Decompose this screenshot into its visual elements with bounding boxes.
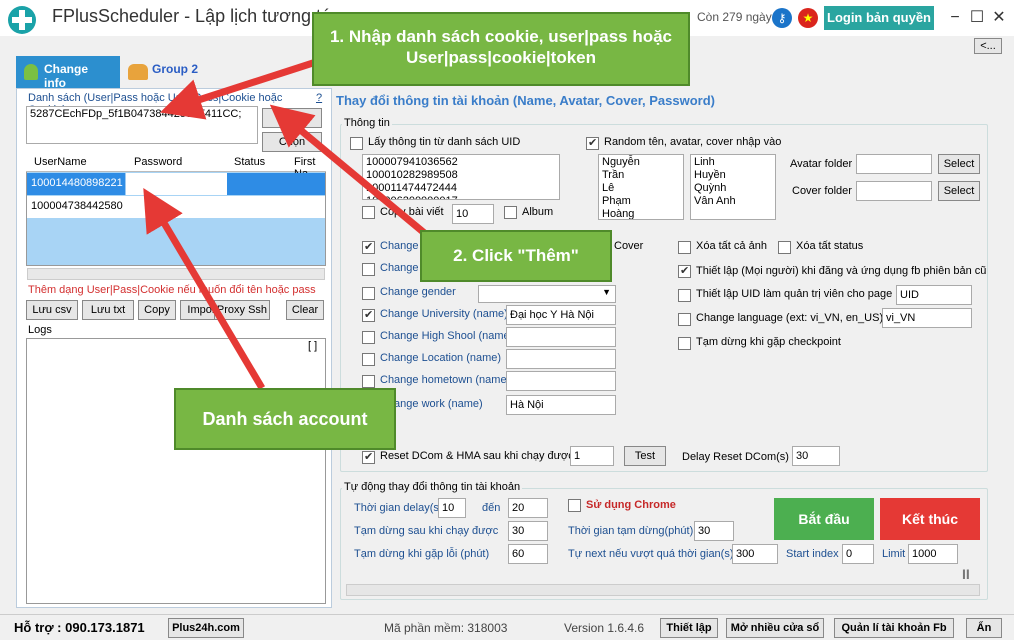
arrow-to-table	[143, 187, 266, 390]
callout-step-2: 2. Click "Thêm"	[420, 230, 612, 282]
arrow-to-input	[160, 58, 318, 120]
arrow-to-add	[269, 104, 431, 239]
annotation-arrows	[143, 58, 431, 390]
callout-step-1: 1. Nhập danh sách cookie, user|pass hoặc…	[312, 12, 690, 86]
callout-account-list: Danh sách account	[174, 388, 396, 450]
